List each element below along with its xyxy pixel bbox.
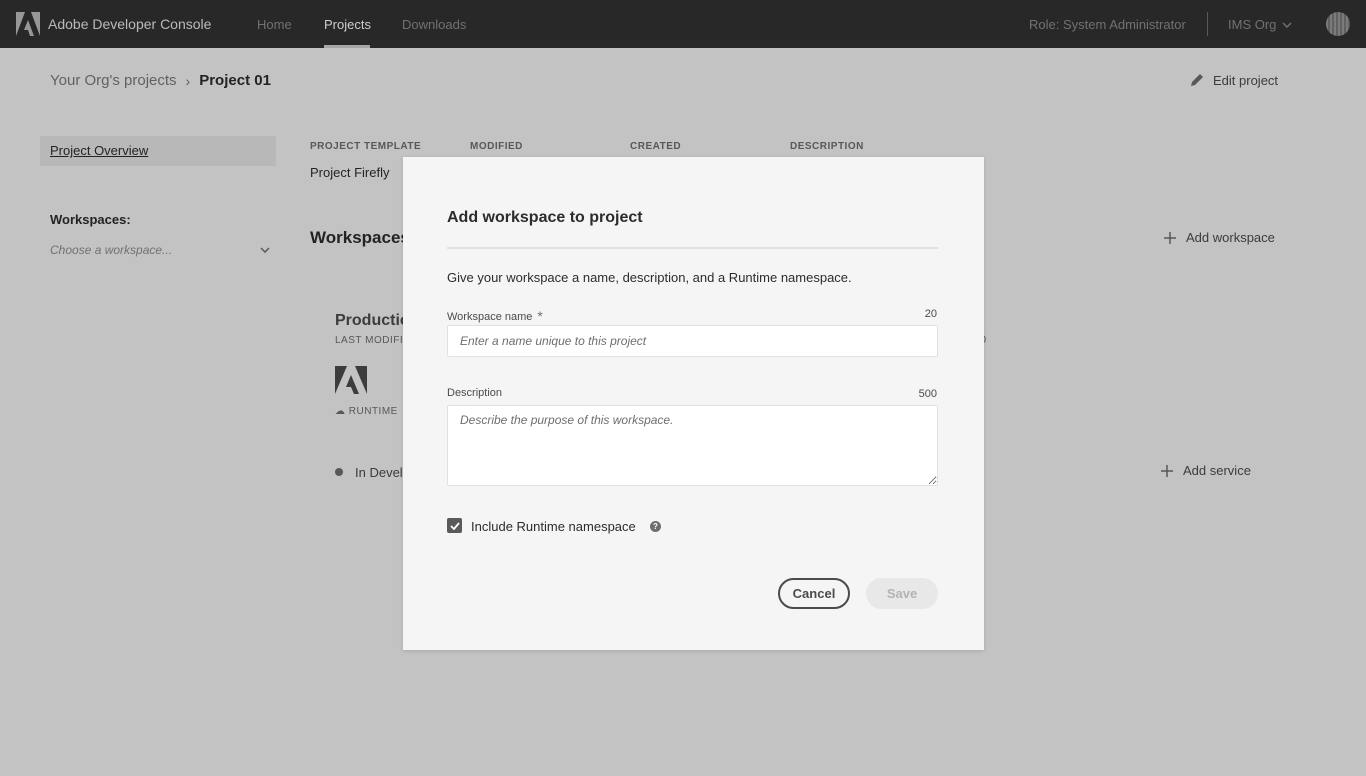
- description-label: Description: [447, 387, 503, 399]
- cancel-button[interactable]: Cancel: [778, 578, 850, 609]
- dialog-description: Give your workspace a name, description,…: [447, 270, 852, 285]
- workspace-name-label: Workspace name *: [447, 307, 543, 324]
- add-workspace-dialog: Add workspace to project Give your works…: [403, 157, 984, 650]
- help-icon[interactable]: ?: [650, 521, 661, 532]
- include-runtime-label[interactable]: Include Runtime namespace: [471, 519, 636, 534]
- description-textarea[interactable]: [447, 405, 938, 486]
- checkmark-icon: [449, 521, 460, 530]
- include-runtime-checkbox[interactable]: [447, 518, 462, 533]
- workspace-name-label-text: Workspace name: [447, 311, 533, 323]
- save-button[interactable]: Save: [866, 578, 938, 609]
- required-asterisk: *: [537, 308, 543, 324]
- dialog-divider: [447, 247, 938, 249]
- workspace-name-char-limit: 20: [924, 308, 937, 320]
- workspace-name-input[interactable]: [447, 325, 938, 357]
- dialog-title: Add workspace to project: [447, 209, 643, 226]
- description-char-limit: 500: [918, 388, 937, 400]
